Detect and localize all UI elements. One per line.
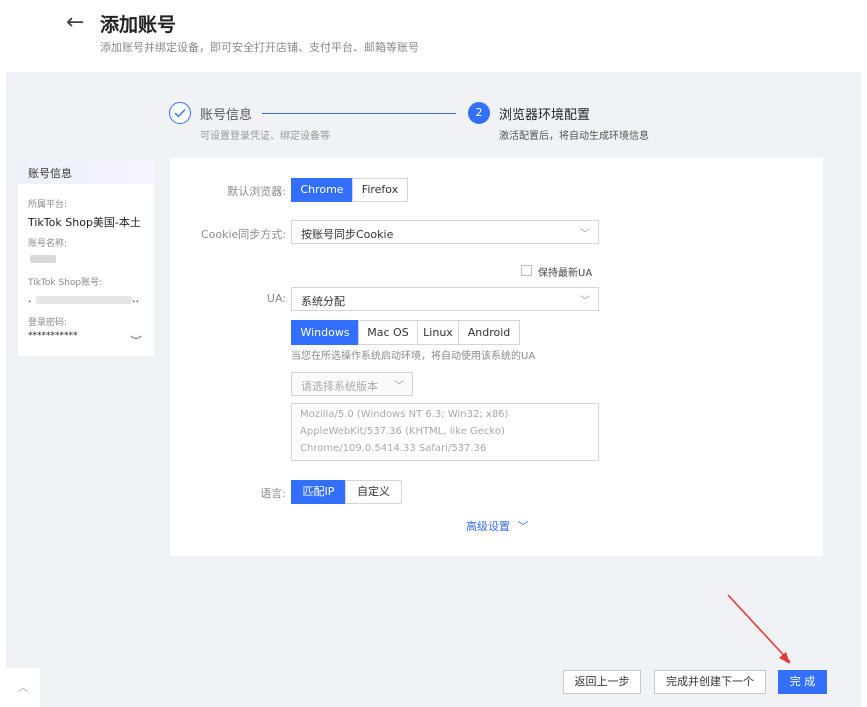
tiktok-account-redacted — [36, 296, 132, 304]
platform-label: 所属平台: — [28, 200, 68, 210]
tiktok-account-prefix: . — [28, 292, 32, 305]
annotation-arrow-icon — [727, 594, 791, 664]
ua-string-line: Mozilla/5.0 (Windows NT 6.3; Win32; x86) — [300, 409, 509, 420]
account-info-header: 账号信息 — [18, 160, 154, 184]
step-2-desc: 激活配置后，将自动生成环境信息 — [499, 131, 649, 142]
cookie-label: Cookie同步方式: — [200, 228, 286, 241]
os-option-android[interactable]: Android — [458, 320, 520, 345]
eye-closed-icon[interactable] — [130, 332, 142, 345]
finish-button[interactable]: 完 成 — [778, 670, 827, 694]
os-hint-text: 当您在所选操作系统启动环境，将自动使用该系统的UA — [291, 351, 536, 362]
os-option-macos[interactable]: Mac OS — [358, 320, 418, 345]
step-connector — [262, 113, 456, 114]
back-arrow-icon[interactable]: ← — [66, 10, 84, 35]
page-subtitle: 添加账号并绑定设备，即可安全打开店铺、支付平台、邮箱等账号 — [100, 41, 419, 54]
language-option-custom[interactable]: 自定义 — [345, 480, 402, 504]
os-option-linux[interactable]: Linux — [417, 320, 459, 345]
password-value: *********** — [28, 331, 78, 341]
ua-string-line: Chrome/109.0.5414.33 Safari/537.36 — [300, 443, 487, 454]
advanced-settings-link[interactable]: 高级设置 ﹀ — [466, 518, 529, 534]
step-2-label: 浏览器环境配置 — [499, 108, 591, 123]
cookie-select[interactable]: 按账号同步Cookie ﹀ — [291, 220, 599, 244]
password-label: 登录密码: — [28, 318, 68, 328]
os-version-select[interactable]: 请选择系统版本 ﹀ — [291, 372, 413, 396]
tiktok-account-label: TikTok Shop账号: — [28, 278, 103, 288]
tiktok-account-suffix: .. — [132, 292, 139, 305]
chevron-down-icon: ﹀ — [394, 381, 404, 392]
chevron-down-icon: ﹀ — [580, 296, 590, 307]
cookie-select-value: 按账号同步Cookie — [301, 228, 394, 241]
advanced-settings-label: 高级设置 — [466, 520, 510, 533]
ua-select[interactable]: 系统分配 ﹀ — [291, 287, 599, 311]
previous-step-button[interactable]: 返回上一步 — [563, 670, 641, 694]
account-name-redacted — [30, 255, 56, 263]
language-option-match-ip[interactable]: 匹配IP — [291, 480, 346, 504]
browser-label: 默认浏览器: — [227, 185, 286, 198]
os-selector: Windows Mac OS Linux Android — [291, 320, 520, 345]
account-name-label: 账号名称: — [28, 239, 68, 249]
chevron-down-icon: ﹀ — [580, 229, 590, 240]
browser-selector: Chrome Firefox — [291, 178, 408, 202]
account-info-panel: 账号信息 所属平台: TikTok Shop美国-本土 账号名称: TikTok… — [18, 160, 154, 356]
ua-string-textarea[interactable]: Mozilla/5.0 (Windows NT 6.3; Win32; x86)… — [291, 403, 599, 461]
keep-latest-ua-checkbox[interactable] — [521, 265, 532, 276]
chevron-down-icon: ﹀ — [517, 520, 529, 533]
language-selector: 匹配IP 自定义 — [291, 480, 402, 504]
step-1-desc: 可设置登录凭证、绑定设备等 — [200, 131, 330, 142]
step-1-check-icon — [169, 102, 191, 124]
account-info-heading: 账号信息 — [28, 167, 72, 180]
platform-value: TikTok Shop美国-本土 — [28, 216, 141, 229]
os-version-placeholder: 请选择系统版本 — [301, 380, 378, 393]
scroll-top-icon[interactable]: ︿ — [6, 668, 40, 707]
step-1-label: 账号信息 — [200, 108, 253, 123]
page-title: 添加账号 — [100, 14, 177, 36]
language-label: 语言: — [260, 487, 286, 500]
browser-option-chrome[interactable]: Chrome — [291, 178, 353, 202]
ua-string-line: AppleWebKit/537.36 (KHTML, like Gecko) — [300, 426, 505, 437]
step-2-number: 2 — [468, 102, 490, 124]
ua-label: UA: — [266, 292, 286, 305]
finish-and-create-next-button[interactable]: 完成并创建下一个 — [654, 670, 766, 694]
keep-latest-ua-label: 保持最新UA — [538, 268, 593, 279]
os-option-windows[interactable]: Windows — [291, 320, 359, 345]
browser-option-firefox[interactable]: Firefox — [352, 178, 408, 202]
ua-select-value: 系统分配 — [301, 295, 345, 308]
